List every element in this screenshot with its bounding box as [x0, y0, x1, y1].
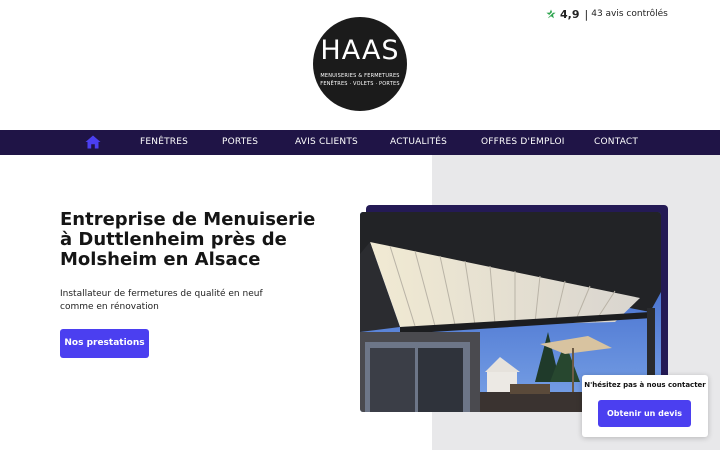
rating-widget[interactable]: 4,9 | 43 avis contrôlés	[546, 7, 668, 21]
main-navigation: FENÊTRES PORTES AVIS CLIENTS ACTUALITÉS …	[0, 130, 720, 155]
rating-label: 43 avis contrôlés	[591, 9, 668, 19]
home-icon[interactable]	[85, 135, 101, 149]
logo-tagline: MENUISERIES & FERMETURES	[320, 73, 400, 79]
callout-text: N'hésitez pas à nous contacter	[584, 381, 706, 389]
nav-item-offres-emploi[interactable]: OFFRES D'EMPLOI	[481, 130, 565, 155]
nav-item-actualites[interactable]: ACTUALITÉS	[390, 130, 447, 155]
services-button[interactable]: Nos prestations	[60, 329, 149, 358]
logo-subtagline: FENÊTRES · VOLETS · PORTES	[320, 81, 400, 87]
logo-wordmark: HAAS	[320, 35, 400, 66]
nav-item-portes[interactable]: PORTES	[222, 130, 258, 155]
star-icon	[546, 9, 556, 19]
nav-item-fenetres[interactable]: FENÊTRES	[140, 130, 188, 155]
nav-item-contact[interactable]: CONTACT	[594, 130, 638, 155]
contact-callout: N'hésitez pas à nous contacter Obtenir u…	[582, 375, 708, 437]
page: HAAS MENUISERIES & FERMETURES FENÊTRES ·…	[0, 0, 720, 450]
page-title: Entreprise de Menuiserie à Duttlenheim p…	[60, 209, 316, 270]
nav-item-avis-clients[interactable]: AVIS CLIENTS	[295, 130, 358, 155]
hero-subtitle: Installateur de fermetures de qualité en…	[60, 289, 263, 312]
rating-separator: |	[584, 7, 589, 21]
quote-button[interactable]: Obtenir un devis	[598, 400, 691, 427]
rating-score: 4,9	[560, 7, 580, 21]
company-logo[interactable]: HAAS MENUISERIES & FERMETURES FENÊTRES ·…	[313, 17, 407, 111]
site-header: HAAS MENUISERIES & FERMETURES FENÊTRES ·…	[0, 0, 720, 130]
